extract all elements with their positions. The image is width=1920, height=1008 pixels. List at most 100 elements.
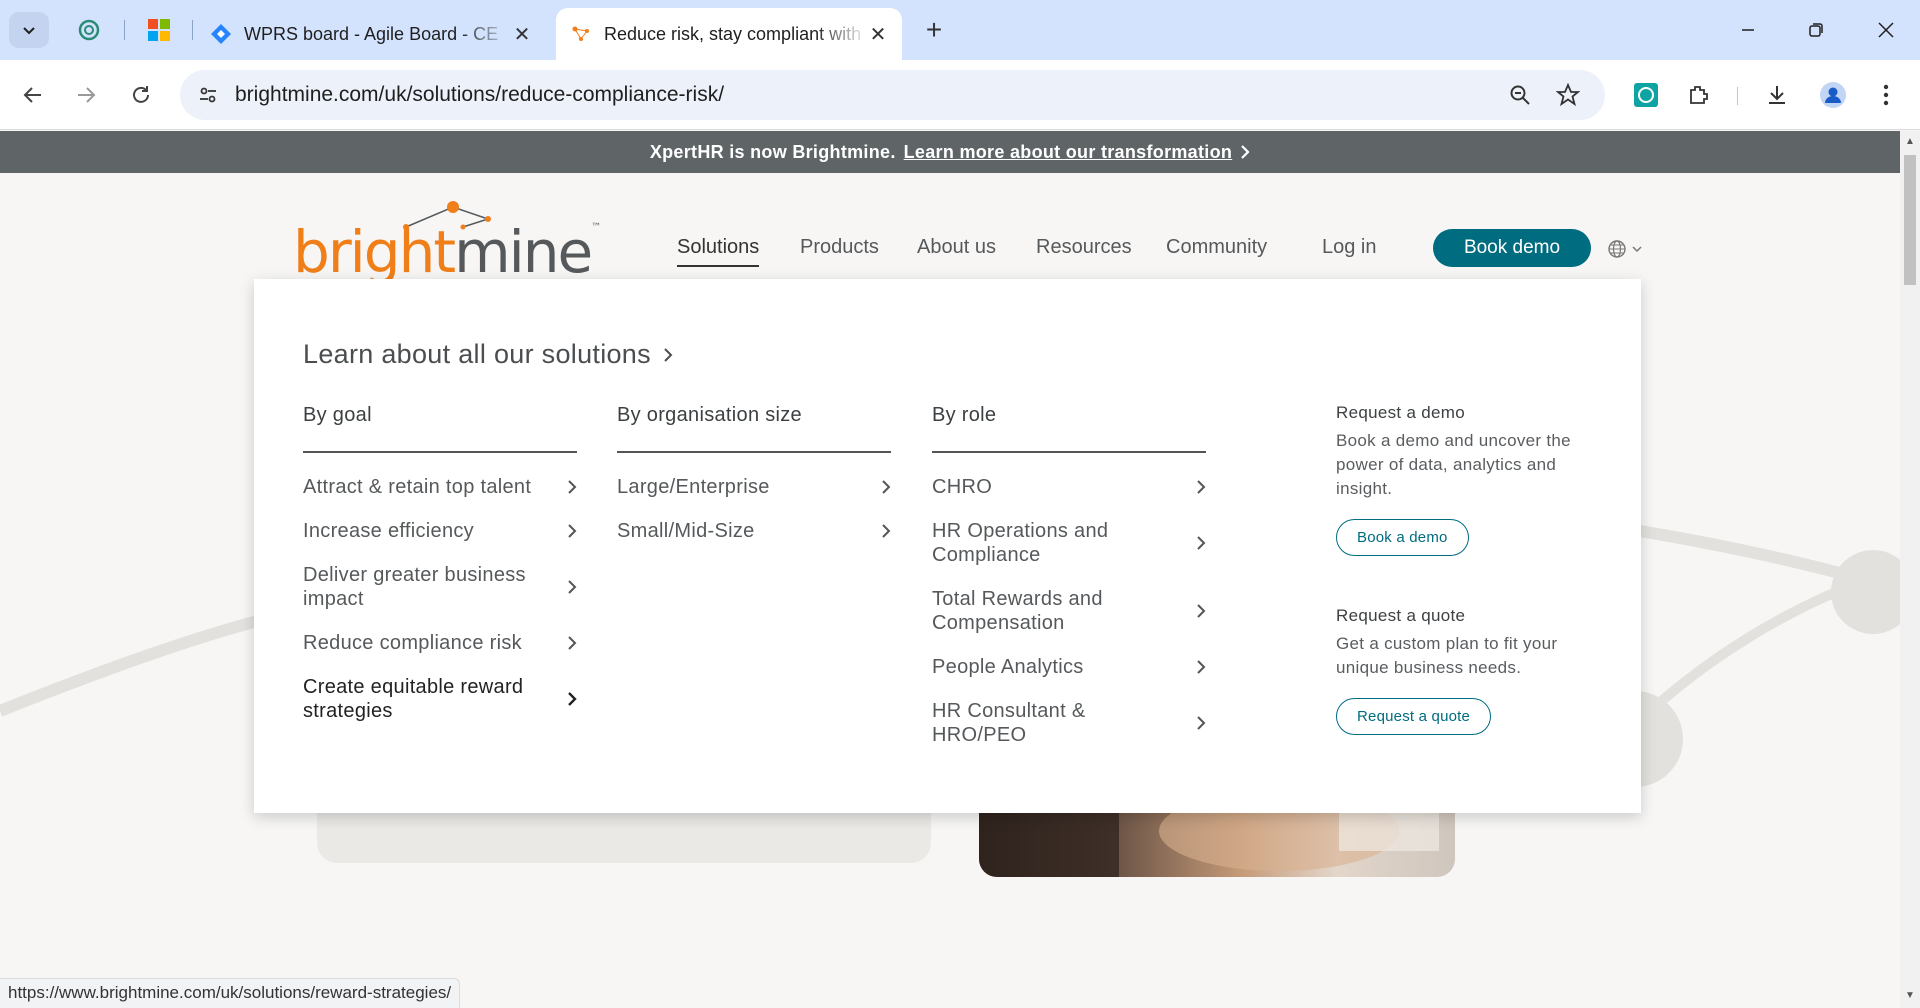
menu-item-large-enterprise[interactable]: Large/Enterprise (617, 475, 891, 499)
nav-products[interactable]: Products (800, 236, 879, 259)
extensions-puzzle-icon[interactable] (1681, 77, 1717, 113)
jira-diamond-icon (211, 24, 231, 44)
minimize-icon (1742, 29, 1754, 31)
chevron-right-icon (664, 347, 673, 362)
close-window-button[interactable] (1866, 12, 1906, 48)
tab-separator (124, 20, 125, 40)
request-a-quote-button[interactable]: Request a quote (1336, 698, 1492, 735)
menu-item-people-analytics[interactable]: People Analytics (932, 655, 1206, 679)
solutions-mega-menu: Learn about all our solutions By goal At… (254, 279, 1641, 813)
arrow-right-icon (78, 87, 96, 103)
chevron-right-icon (568, 524, 577, 538)
tab-title: Reduce risk, stay compliant with (604, 23, 862, 44)
new-tab-button[interactable]: + (918, 14, 950, 46)
page-scrollbar[interactable]: ▲ ▼ (1900, 131, 1920, 1008)
scroll-up-icon[interactable]: ▲ (1905, 137, 1915, 147)
toolbar-separator (1737, 87, 1738, 105)
menu-item-label: Reduce compliance risk (303, 632, 522, 654)
tab-strip: WPRS board - Agile Board - CE ✕ Reduce r… (0, 0, 1920, 60)
trademark-symbol: ™ (591, 222, 602, 233)
column-heading: By role (932, 404, 1206, 453)
chevron-right-icon (882, 524, 891, 538)
menu-item-increase-efficiency[interactable]: Increase efficiency (303, 519, 577, 543)
close-icon (1878, 22, 1894, 38)
chevron-right-icon (1197, 660, 1206, 674)
browser-toolbar: brightmine.com/uk/solutions/reduce-compl… (0, 60, 1920, 130)
chevron-right-icon (568, 692, 577, 706)
forward-button[interactable] (66, 75, 106, 115)
menu-item-label: Create equitable reward strategies (303, 676, 524, 722)
column-heading: By goal (303, 404, 577, 453)
request-demo-text: Book a demo and uncover the power of dat… (1336, 431, 1571, 498)
globe-icon (1608, 240, 1626, 258)
menu-item-reduce-compliance-risk[interactable]: Reduce compliance risk (303, 631, 577, 655)
download-icon[interactable] (1759, 77, 1795, 113)
zoom-icon[interactable] (1506, 81, 1534, 109)
web-page: XpertHR is now Brightmine. Learn more ab… (0, 131, 1900, 1008)
menu-item-label: HR Operations and Compliance (932, 520, 1109, 566)
reload-icon (133, 86, 149, 103)
menu-item-chro[interactable]: CHRO (932, 475, 1206, 499)
menu-item-label: People Analytics (932, 656, 1084, 678)
nav-about-us[interactable]: About us (917, 236, 996, 259)
extension-chatgpt-icon[interactable] (1628, 77, 1664, 113)
menu-item-label: HR Consultant & HRO/PEO (932, 700, 1086, 746)
chevron-right-icon (1197, 716, 1206, 730)
menu-item-label: Large/Enterprise (617, 476, 770, 498)
tab-reduce-risk[interactable]: Reduce risk, stay compliant with ✕ (556, 8, 902, 60)
chevron-right-icon (568, 636, 577, 650)
url-text[interactable]: brightmine.com/uk/solutions/reduce-compl… (235, 83, 724, 107)
nav-login[interactable]: Log in (1322, 236, 1377, 259)
language-selector[interactable] (1607, 239, 1643, 259)
menu-item-total-rewards[interactable]: Total Rewards and Compensation (932, 587, 1206, 635)
logo-network-graphic (403, 201, 491, 230)
column-by-role: By role CHRO HR Operations and Complianc… (932, 404, 1206, 747)
menu-item-small-mid-size[interactable]: Small/Mid-Size (617, 519, 891, 543)
tab-wprs-board[interactable]: WPRS board - Agile Board - CE ✕ (196, 8, 546, 60)
address-bar[interactable]: brightmine.com/uk/solutions/reduce-compl… (180, 70, 1605, 120)
chatgpt-icon (78, 19, 100, 41)
book-a-demo-button[interactable]: Book a demo (1336, 519, 1469, 556)
nav-community[interactable]: Community (1166, 236, 1267, 259)
menu-item-hr-operations[interactable]: HR Operations and Compliance (932, 519, 1206, 567)
tab-title: WPRS board - Agile Board - CE (244, 23, 499, 44)
menu-item-label: CHRO (932, 476, 993, 498)
menu-item-reward-strategies[interactable]: Create equitable reward strategies (303, 675, 577, 723)
scroll-down-icon[interactable]: ▼ (1905, 991, 1915, 1001)
bookmark-star-icon[interactable] (1554, 81, 1582, 109)
site-info-icon[interactable] (194, 81, 222, 109)
all-solutions-link[interactable]: Learn about all our solutions (303, 339, 673, 370)
menu-item-attract-retain[interactable]: Attract & retain top talent (303, 475, 577, 499)
brightmine-logo[interactable]: brightmine™ (293, 201, 602, 281)
menu-item-label: Increase efficiency (303, 520, 474, 542)
announcement-link[interactable]: Learn more about our transformation (904, 142, 1233, 163)
tab-search-button[interactable] (9, 12, 49, 48)
restore-icon (1809, 23, 1823, 37)
chevron-right-icon (568, 480, 577, 494)
close-icon[interactable]: ✕ (512, 24, 532, 46)
nav-solutions[interactable]: Solutions (677, 236, 760, 267)
chevron-right-icon (1197, 604, 1206, 618)
restore-button[interactable] (1796, 12, 1836, 48)
close-icon[interactable]: ✕ (868, 24, 888, 46)
chevron-down-icon (1632, 246, 1642, 253)
book-demo-button[interactable]: Book demo (1433, 229, 1591, 267)
back-button[interactable] (13, 75, 53, 115)
pinned-tab-chatgpt[interactable] (73, 14, 105, 46)
minimize-button[interactable] (1728, 12, 1768, 48)
pinned-tab-microsoft[interactable] (143, 14, 175, 46)
chevron-down-icon (23, 27, 35, 35)
menu-item-hr-consultant[interactable]: HR Consultant & HRO/PEO (932, 699, 1206, 747)
scroll-thumb[interactable] (1904, 155, 1916, 285)
menu-item-label: Attract & retain top talent (303, 476, 532, 498)
profile-avatar-icon[interactable] (1815, 77, 1851, 113)
link-status-bar: https://www.brightmine.com/uk/solutions/… (0, 978, 461, 1008)
reload-button[interactable] (121, 75, 161, 115)
menu-kebab-icon[interactable] (1868, 77, 1904, 113)
arrow-left-icon (23, 87, 41, 103)
nav-resources[interactable]: Resources (1036, 236, 1132, 259)
menu-item-label: Total Rewards and Compensation (932, 588, 1103, 634)
menu-item-business-impact[interactable]: Deliver greater business impact (303, 563, 577, 611)
column-by-size: By organisation size Large/Enterprise Sm… (617, 404, 891, 543)
chevron-right-icon (1241, 145, 1250, 159)
